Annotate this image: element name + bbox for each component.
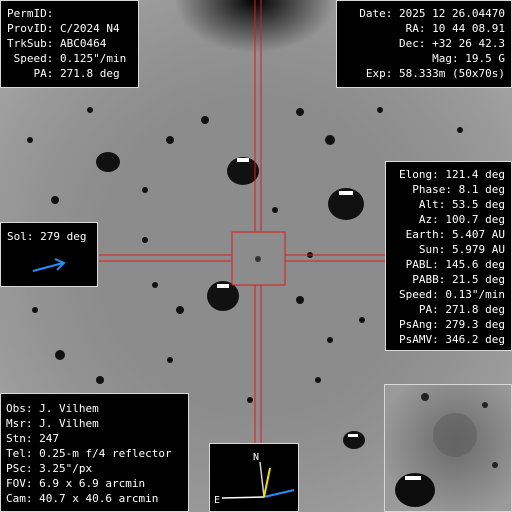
compass-north-label: N	[253, 452, 260, 463]
date-line: Date: 2025 12 26.04470	[359, 7, 505, 20]
earth-dist-line: Earth: 5.407 AU	[405, 228, 505, 241]
pa-line: PA: 271.8 deg	[7, 67, 120, 80]
dec-line: Dec: +32 26 42.3	[399, 37, 505, 50]
sun-direction-arrow-icon	[32, 258, 66, 272]
observer-panel: Obs: J. Vilhem Msr: J. Vilhem Stn: 247 T…	[0, 393, 189, 512]
pabl-line: PABL: 145.6 deg	[405, 258, 505, 271]
station-line: Stn: 247	[6, 432, 59, 445]
az-line: Az: 100.7 deg	[418, 213, 505, 226]
speed-line: Speed: 0.125"/min	[7, 52, 127, 65]
speed-line: Speed: 0.13"/min	[399, 288, 505, 301]
inset-image	[385, 385, 511, 511]
telescope-line: Tel: 0.25-m f/4 reflector	[6, 447, 172, 460]
pixel-scale-line: PSc: 3.25"/px	[6, 462, 93, 475]
psang-line: PsAng: 279.3 deg	[399, 318, 505, 331]
fov-line: FOV: 6.9 x 6.9 arcmin	[6, 477, 146, 490]
exp-line: Exp: 58.333m (50x70s)	[365, 67, 505, 80]
mag-line: Mag: 19.5 G	[432, 52, 505, 65]
ra-line: RA: 10 44 08.91	[405, 22, 505, 35]
zoom-inset	[384, 384, 512, 512]
identification-panel: PermID: ProvID: C/2024 N4 TrkSub: ABC046…	[0, 0, 139, 88]
measurer-line: Msr: J. Vilhem	[6, 417, 99, 430]
phase-line: Phase: 8.1 deg	[412, 183, 505, 196]
prov-id-line: ProvID: C/2024 N4	[7, 22, 120, 35]
pa-line: PA: 271.8 deg	[418, 303, 505, 316]
sol-panel: Sol: 279 deg	[0, 222, 98, 287]
sun-dist-line: Sun: 5.979 AU	[418, 243, 505, 256]
pabb-line: PABB: 21.5 deg	[412, 273, 505, 286]
alt-line: Alt: 53.5 deg	[418, 198, 505, 211]
psamv-line: PsAMV: 346.2 deg	[399, 333, 505, 346]
geometry-panel: Elong: 121.4 deg Phase: 8.1 deg Alt: 53.…	[385, 161, 512, 351]
compass-panel: N E	[209, 443, 299, 512]
astrometry-panel: Date: 2025 12 26.04470 RA: 10 44 08.91 D…	[336, 0, 512, 88]
camera-line: Cam: 40.7 x 40.6 arcmin	[6, 492, 159, 505]
trksub-line: TrkSub: ABC0464	[7, 37, 107, 50]
perm-id-line: PermID:	[7, 7, 54, 20]
elong-line: Elong: 121.4 deg	[399, 168, 505, 181]
sol-label: Sol: 279 deg	[7, 230, 87, 243]
observer-line: Obs: J. Vilhem	[6, 402, 99, 415]
compass-east-label: E	[214, 495, 221, 506]
